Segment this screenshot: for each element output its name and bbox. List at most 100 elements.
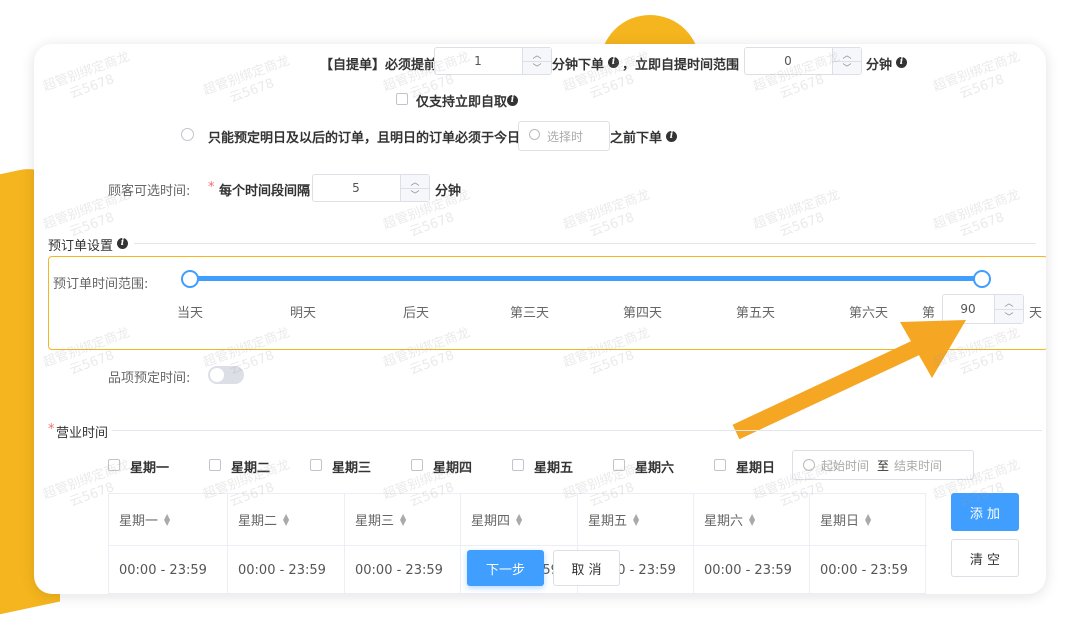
weekday-checkbox[interactable] xyxy=(108,459,120,471)
weekday-label: 星期一 xyxy=(130,461,170,476)
weekday-checkbox[interactable] xyxy=(310,459,322,471)
interval-label: 每个时间段间隔 xyxy=(219,184,311,199)
preorder-option-text: 只能预定明日及以后的订单，且明日的订单必须于今日 xyxy=(208,131,521,146)
weekday-label: 星期五 xyxy=(534,461,574,476)
table-header[interactable]: 星期四 ▲ ▼ xyxy=(461,494,578,546)
clock-icon xyxy=(803,459,815,471)
info-icon: i xyxy=(666,131,677,142)
cancel-button[interactable]: 取 消 xyxy=(553,550,620,586)
pickup-prefix: 【自提单】必须提前 xyxy=(320,58,438,73)
watermark: 超管别绑定商龙 云5678 xyxy=(931,187,1022,240)
watermark: 超管别绑定商龙 云5678 xyxy=(41,49,132,102)
sort-icon: ▲ ▼ xyxy=(749,511,756,527)
slider-tick: 当天 xyxy=(177,306,204,321)
table-header[interactable]: 星期二 ▲ ▼ xyxy=(228,494,345,546)
weekday-checkbox[interactable] xyxy=(411,459,423,471)
weekday-checkbox[interactable] xyxy=(512,459,524,471)
stepper-down-icon[interactable]: ﹀ xyxy=(833,61,861,74)
required-mark: * xyxy=(48,422,55,437)
stepper-up-icon[interactable]: ︿ xyxy=(995,295,1023,310)
sort-icon: ▲ ▼ xyxy=(516,511,523,527)
settings-card: 【自提单】必须提前 1 ︿ ﹀ 分钟下单 i ，立即自提时间范围 0 ︿ ﹀ 分钟 … xyxy=(34,44,1046,594)
weekday-checkbox[interactable] xyxy=(613,459,625,471)
pickup-lead-value: 1 xyxy=(474,54,482,68)
weekday-label: 星期三 xyxy=(332,461,372,476)
stepper-up-icon[interactable]: ︿ xyxy=(401,175,429,189)
pickup-range-stepper[interactable]: 0 ︿ ﹀ xyxy=(744,47,862,75)
preorder-range-slider-bar[interactable] xyxy=(189,276,981,281)
preorder-time-placeholder: 选择时 xyxy=(547,130,584,144)
add-button[interactable]: 添 加 xyxy=(951,493,1019,531)
preorder-option-after: 之前下单 xyxy=(610,131,663,146)
table-header[interactable]: 星期五 ▲ ▼ xyxy=(578,494,694,546)
table-header[interactable]: 星期六 ▲ ▼ xyxy=(694,494,810,546)
sort-icon: ▲ ▼ xyxy=(400,511,407,527)
weekday-label: 星期六 xyxy=(635,461,675,476)
table-cell: 00:00 - 23:59 xyxy=(228,546,345,594)
custom-days-suffix: 天 xyxy=(1029,306,1043,321)
slider-handle-start[interactable] xyxy=(181,270,199,288)
start-time-placeholder: 起始时间 xyxy=(821,459,870,473)
watermark: 超管别绑定商龙 云5678 xyxy=(931,49,1022,102)
range-separator: 至 xyxy=(877,459,890,473)
watermark: 超管别绑定商龙 云5678 xyxy=(561,187,652,240)
sort-icon: ▲ ▼ xyxy=(633,511,640,527)
stepper-down-icon[interactable]: ﹀ xyxy=(401,188,429,201)
info-icon: i xyxy=(896,57,907,68)
sort-icon: ▲ ▼ xyxy=(283,511,290,527)
weekday-label: 星期日 xyxy=(736,461,776,476)
pickup-suffix: 分钟 xyxy=(866,58,893,73)
sort-icon: ▲ ▼ xyxy=(164,511,171,527)
table-header[interactable]: 星期一 ▲ ▼ xyxy=(109,494,228,546)
only-immediate-label: 仅支持立即自取 xyxy=(416,95,508,110)
watermark: 超管别绑定商龙 云5678 xyxy=(201,53,292,106)
clear-button[interactable]: 清 空 xyxy=(951,539,1019,577)
weekday-checkbox[interactable] xyxy=(714,459,726,471)
section-divider xyxy=(134,243,1036,244)
table-cell: 00:00 - 23:59 xyxy=(109,546,228,594)
interval-stepper[interactable]: 5 ︿ ﹀ xyxy=(312,174,430,202)
required-mark: * xyxy=(208,180,215,195)
next-step-button[interactable]: 下一步 xyxy=(467,550,544,586)
item-preorder-toggle[interactable] xyxy=(208,366,244,384)
preorder-time-picker[interactable]: 选择时 xyxy=(518,121,610,151)
watermark: 超管别绑定商龙 云5678 xyxy=(751,187,842,240)
preorder-radio[interactable] xyxy=(181,128,194,141)
interval-unit: 分钟 xyxy=(435,184,462,199)
stepper-down-icon[interactable]: ﹀ xyxy=(523,61,551,74)
stepper-down-icon[interactable]: ﹀ xyxy=(995,309,1023,323)
slider-handle-end[interactable] xyxy=(973,270,991,288)
weekday-label: 星期二 xyxy=(231,461,271,476)
preorder-settings-title: 预订单设置 xyxy=(48,239,114,254)
pickup-lead-stepper[interactable]: 1 ︿ ﹀ xyxy=(434,47,552,75)
table-cell: 00:00 - 23:59 xyxy=(820,562,908,578)
slider-tick: 第四天 xyxy=(623,306,663,321)
stepper-up-icon[interactable]: ︿ xyxy=(523,48,551,62)
table-header[interactable]: 星期三 ▲ ▼ xyxy=(345,494,461,546)
weekday-checkbox[interactable] xyxy=(209,459,221,471)
end-time-placeholder: 结束时间 xyxy=(894,459,943,473)
slider-tick: 后天 xyxy=(403,306,430,321)
preorder-range-label: 预订单时间范围: xyxy=(53,277,149,292)
only-immediate-checkbox[interactable] xyxy=(396,93,408,105)
business-hours-title: 营业时间 xyxy=(56,426,109,441)
table-header[interactable]: 星期日 ▲ ▼ xyxy=(810,494,927,546)
business-time-range-picker[interactable]: 起始时间 至 结束时间 xyxy=(792,450,974,480)
item-preorder-label: 品项预定时间: xyxy=(108,371,191,386)
section-divider xyxy=(112,430,1042,431)
pickup-range-label: ，立即自提时间范围 xyxy=(622,58,740,73)
weekday-label: 星期四 xyxy=(433,461,473,476)
clock-icon xyxy=(529,129,540,140)
stepper-up-icon[interactable]: ︿ xyxy=(833,48,861,62)
info-icon: i xyxy=(507,95,518,106)
info-icon: i xyxy=(117,238,128,249)
table-cell: 00:00 - 23:59 xyxy=(345,546,461,594)
pickup-mid-text: 分钟下单 xyxy=(552,58,605,73)
customer-time-label: 顾客可选时间: xyxy=(108,184,191,199)
slider-tick: 明天 xyxy=(290,306,317,321)
pickup-range-value: 0 xyxy=(784,54,792,68)
interval-value: 5 xyxy=(352,181,360,195)
info-icon: i xyxy=(608,57,619,68)
slider-tick: 第三天 xyxy=(510,306,550,321)
sort-icon: ▲ ▼ xyxy=(865,511,872,527)
